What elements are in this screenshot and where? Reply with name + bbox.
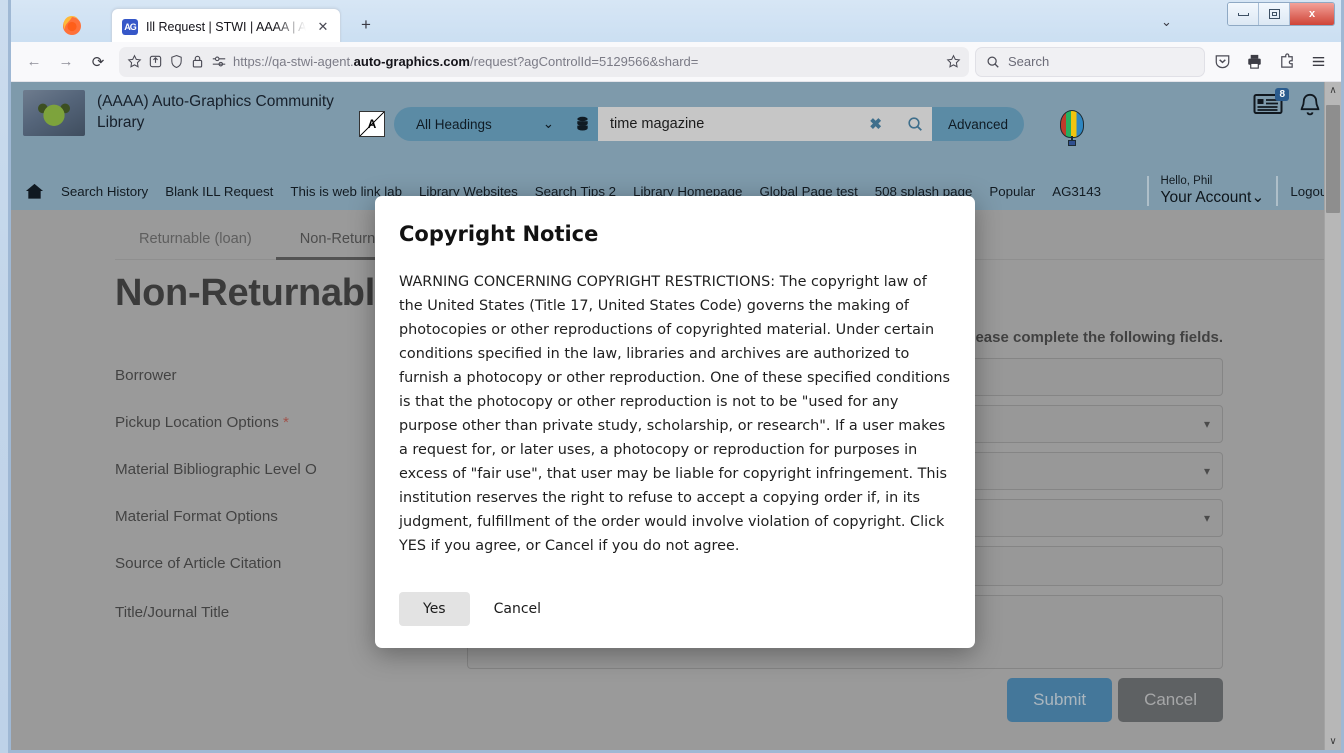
tab-strip: AG Ill Request | STWI | AAAA | Auto ✕ + [11,4,381,44]
cancel-button[interactable]: Cancel [1118,678,1223,722]
search-group: All Headings ⌄ time magazine ✖ Advanced [394,107,1025,141]
account-menu[interactable]: Hello, Phil Your Account⌄ [1161,175,1265,206]
search-scope-select[interactable]: All Headings ⌄ [394,107,566,141]
search-scope-value: All Headings [416,116,492,132]
advanced-search-button[interactable]: Advanced [932,107,1025,141]
dialog-body-text: WARNING CONCERNING COPYRIGHT RESTRICTION… [399,274,951,554]
print-icon[interactable] [1239,47,1269,77]
back-button-icon[interactable]: ← [19,47,49,77]
chevron-down-icon: ▾ [1203,511,1210,525]
window-controls: x [1227,2,1335,26]
hot-air-balloon-icon[interactable] [1055,110,1089,150]
auto-graphics-favicon: AG [122,18,138,35]
dialog-cancel-button[interactable]: Cancel [480,592,555,626]
search-input-value: time magazine [610,116,705,132]
tab-title: Ill Request | STWI | AAAA | Auto [146,19,306,34]
app-search-area: A All Headings ⌄ time magazine ✖ Advance… [359,82,1089,150]
search-input[interactable]: time magazine ✖ [598,107,898,141]
magnifier-icon[interactable] [898,107,932,141]
shield-icon[interactable] [169,54,184,69]
forward-button-icon[interactable]: → [51,47,81,77]
clear-search-icon[interactable]: ✖ [862,115,889,133]
scrollbar-track[interactable] [1325,99,1341,733]
library-name: (AAAA) Auto-Graphics Community Library [97,93,334,131]
account-block: Hello, Phil Your Account⌄ Logout [1135,175,1341,206]
maximize-button[interactable] [1259,3,1290,25]
account-greeting: Hello, Phil [1160,175,1213,188]
nav-link-ag3143[interactable]: AG3143 [1052,184,1101,199]
scroll-down-arrow-icon[interactable]: ∨ [1329,733,1336,750]
your-account-label: Your Account⌄ [1160,188,1265,206]
home-icon[interactable] [25,182,44,200]
scrollbar-thumb[interactable] [1326,105,1340,213]
lock-icon[interactable] [190,54,205,69]
browser-window: x AG Ill Request | STWI | AAAA | Auto ✕ … [8,0,1344,753]
requests-badge-count: 8 [1275,88,1289,101]
extensions-icon[interactable] [1271,47,1301,77]
nav-link-search-history[interactable]: Search History [61,184,148,199]
chevron-down-icon: ▾ [1203,417,1210,431]
site-permissions-icon[interactable] [211,54,227,69]
save-to-tab-icon[interactable] [148,54,163,69]
nav-link-popular[interactable]: Popular [989,184,1035,199]
minimize-button[interactable] [1228,3,1259,25]
app-menu-icon[interactable] [1303,47,1333,77]
reload-button-icon[interactable]: ⟳ [83,47,113,77]
url-text[interactable]: https://qa-stwi-agent.auto-graphics.com/… [233,54,940,69]
browser-search-placeholder: Search [1008,54,1050,69]
url-bar[interactable]: https://qa-stwi-agent.auto-graphics.com/… [119,46,969,77]
tab-returnable-loan[interactable]: Returnable (loan) [115,222,276,260]
dialog-actions: Yes Cancel [399,592,951,626]
library-frog-logo [23,90,85,136]
new-tab-button[interactable]: + [351,10,381,40]
brand-block: (AAAA) Auto-Graphics Community Library [11,82,359,136]
app-header: (AAAA) Auto-Graphics Community Library A… [11,82,1341,172]
copyright-notice-dialog: Copyright Notice WARNING CONCERNING COPY… [375,196,975,648]
firefox-logo-icon [55,8,89,42]
list-all-tabs-chevron-down-icon[interactable]: ⌄ [1161,14,1172,30]
pocket-icon[interactable] [1207,47,1237,77]
scroll-up-arrow-icon[interactable]: ∧ [1329,82,1336,99]
browser-toolbar: ← → ⟳ https://qa-stwi-agent.auto-graphic… [11,42,1341,82]
chevron-down-icon: ⌄ [1251,188,1265,206]
tab-close-icon[interactable]: ✕ [314,18,332,36]
dialog-title: Copyright Notice [399,222,599,246]
page-viewport: (AAAA) Auto-Graphics Community Library A… [11,82,1341,750]
search-icon [986,55,1000,69]
required-marker: * [283,414,289,431]
browser-tab-active[interactable]: AG Ill Request | STWI | AAAA | Auto ✕ [111,8,341,44]
screen: x AG Ill Request | STWI | AAAA | Auto ✕ … [0,0,1344,753]
chevron-down-icon: ▾ [1203,464,1210,478]
divider [1146,176,1149,206]
dialog-yes-button[interactable]: Yes [399,592,470,626]
close-window-button[interactable]: x [1290,3,1334,25]
page-scrollbar[interactable]: ∧ ∨ [1324,82,1341,750]
bookmark-star-icon[interactable] [127,54,142,69]
bookmark-page-star-icon[interactable] [946,54,961,69]
chevron-down-icon: ⌄ [542,116,554,131]
notification-bell-icon[interactable] [1297,92,1323,118]
submit-button[interactable]: Submit [1007,678,1113,722]
translate-icon[interactable]: A [359,111,385,137]
requests-list-icon[interactable]: 8 [1253,88,1289,116]
divider-2 [1276,176,1279,206]
form-actions: Submit Cancel [11,678,1341,722]
nav-link-blank-ill-request[interactable]: Blank ILL Request [165,184,273,199]
database-icon[interactable] [566,107,598,141]
browser-search-bar[interactable]: Search [975,46,1205,77]
